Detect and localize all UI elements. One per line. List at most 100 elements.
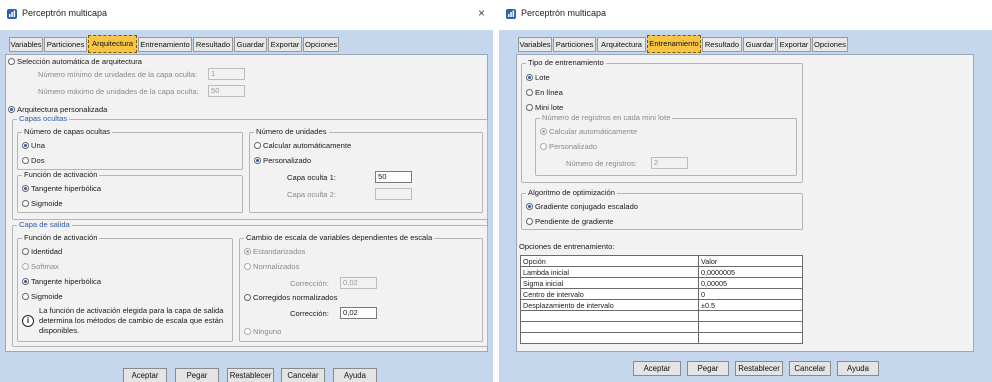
ok-button[interactable]: Aceptar	[633, 361, 681, 376]
cell-option: Sigma inicial	[520, 277, 699, 289]
tab-variables[interactable]: Variables	[518, 37, 552, 52]
batch-label: Lote	[535, 73, 550, 82]
correction-input-1[interactable]: 0,02	[340, 277, 377, 289]
cell-option: Centro de intervalo	[520, 288, 699, 300]
tab-output[interactable]: Resultado	[193, 37, 233, 52]
hidden-activation-group: Función de activación Tangente hiperbóli…	[17, 170, 243, 213]
table-row[interactable]: Desplazamiento de intervalo ±0.5	[520, 299, 803, 311]
app-icon	[7, 9, 17, 19]
max-units-input[interactable]: 50	[208, 85, 245, 97]
tab-save[interactable]: Guardar	[234, 37, 267, 52]
custom-architecture-radio[interactable]	[8, 106, 15, 113]
standardized-label: Estandarizados	[253, 247, 306, 256]
cancel-button[interactable]: Cancelar	[281, 368, 325, 382]
left-dialog: Perceptrón multicapa × Variables Partici…	[0, 0, 493, 382]
cell-option: Desplazamiento de intervalo	[520, 299, 699, 311]
records-custom-label: Personalizado	[549, 142, 598, 151]
tab-partitions[interactable]: Particiones	[44, 37, 87, 52]
table-row[interactable]: Centro de intervalo 0	[520, 288, 803, 300]
normalized-label: Normalizados	[253, 262, 300, 271]
help-button[interactable]: Ayuda	[837, 361, 879, 376]
normalized-radio[interactable]	[244, 263, 251, 270]
reset-button[interactable]: Restablecer	[735, 361, 783, 376]
training-options-table: Opción Valor Lambda inicial 0,0000005 Sig…	[520, 255, 803, 344]
scaled-conjugate-radio[interactable]	[526, 203, 533, 210]
online-radio[interactable]	[526, 89, 533, 96]
dialog-client: Variables Particiones Arquitectura Entre…	[0, 30, 493, 382]
output-sigmoid-label: Sigmoide	[31, 292, 63, 301]
units-custom-radio[interactable]	[254, 157, 261, 164]
records-auto-radio[interactable]	[540, 128, 547, 135]
records-auto-label: Calcular automáticamente	[549, 127, 638, 136]
tab-options[interactable]: Opciones	[303, 37, 339, 52]
minibatch-label: Mini lote	[535, 103, 564, 112]
tab-output[interactable]: Resultado	[702, 37, 742, 52]
reset-button[interactable]: Restablecer	[227, 368, 274, 382]
tab-variables[interactable]: Variables	[9, 37, 43, 52]
gradient-descent-radio[interactable]	[526, 218, 533, 225]
tab-training[interactable]: Entrenamiento	[138, 37, 192, 52]
output-sigmoid-radio[interactable]	[22, 293, 29, 300]
tab-architecture[interactable]: Arquitectura	[88, 35, 137, 53]
training-type-legend: Tipo de entrenamiento	[526, 58, 606, 67]
cell-option	[520, 321, 699, 333]
adjusted-normalized-radio[interactable]	[244, 294, 251, 301]
help-button[interactable]: Ayuda	[333, 368, 377, 382]
ok-button[interactable]: Aceptar	[123, 368, 167, 382]
tab-partitions[interactable]: Particiones	[553, 37, 596, 52]
cell-value[interactable]: 0	[698, 288, 803, 300]
window-title: Perceptrón multicapa	[521, 8, 607, 18]
paste-button[interactable]: Pegar	[687, 361, 729, 376]
table-row	[520, 332, 803, 344]
window-title: Perceptrón multicapa	[22, 8, 108, 18]
paste-button[interactable]: Pegar	[175, 368, 219, 382]
online-label: En línea	[535, 88, 563, 97]
table-row[interactable]: Sigma inicial 0,00005	[520, 277, 803, 289]
training-panel: Tipo de entrenamiento Lote En línea Mini…	[516, 54, 974, 352]
two-layers-radio[interactable]	[22, 157, 29, 164]
records-count-input[interactable]: 2	[651, 157, 688, 169]
hidden-sigmoid-radio[interactable]	[22, 200, 29, 207]
output-tanh-radio[interactable]	[22, 278, 29, 285]
info-line-1: La función de activación elegida para la…	[39, 306, 224, 315]
output-tanh-label: Tangente hiperbólica	[31, 277, 102, 286]
one-layer-radio[interactable]	[22, 142, 29, 149]
tab-training[interactable]: Entrenamiento	[647, 35, 701, 53]
cell-option: Lambda inicial	[520, 266, 699, 278]
min-units-label: Número mínimo de unidades de la capa ocu…	[38, 70, 198, 79]
table-row[interactable]: Lambda inicial 0,0000005	[520, 266, 803, 278]
standardized-radio[interactable]	[244, 248, 251, 255]
close-button[interactable]: ×	[478, 6, 485, 20]
minibatch-radio[interactable]	[526, 104, 533, 111]
identity-radio[interactable]	[22, 248, 29, 255]
none-radio[interactable]	[244, 328, 251, 335]
records-legend: Número de registros en cada mini lote	[540, 113, 673, 122]
num-layers-group: Número de capas ocultas Una Dos	[17, 127, 243, 170]
app-icon	[506, 9, 516, 19]
tab-export[interactable]: Exportar	[777, 37, 811, 52]
title-bar: Perceptrón multicapa	[499, 0, 992, 30]
records-count-label: Número de registros:	[566, 159, 637, 168]
min-units-input[interactable]: 1	[208, 68, 245, 80]
cancel-button[interactable]: Cancelar	[789, 361, 831, 376]
cell-value[interactable]: 0,00005	[698, 277, 803, 289]
tab-save[interactable]: Guardar	[743, 37, 776, 52]
tab-architecture[interactable]: Arquitectura	[597, 37, 646, 52]
custom-architecture-label: Arquitectura personalizada	[17, 105, 108, 114]
correction-input-2[interactable]: 0,02	[340, 307, 377, 319]
table-header-row: Opción Valor	[520, 255, 803, 267]
hidden-tanh-radio[interactable]	[22, 185, 29, 192]
cell-value[interactable]: 0,0000005	[698, 266, 803, 278]
hidden-layer1-input[interactable]: 50	[375, 171, 412, 183]
records-custom-radio[interactable]	[540, 143, 547, 150]
tab-options[interactable]: Opciones	[812, 37, 848, 52]
output-layer-title: Capa de salida	[17, 220, 72, 229]
tab-export[interactable]: Exportar	[268, 37, 302, 52]
hidden-layer2-input[interactable]	[375, 188, 412, 200]
auto-architecture-radio[interactable]	[8, 58, 15, 65]
softmax-radio[interactable]	[22, 263, 29, 270]
units-auto-radio[interactable]	[254, 142, 261, 149]
cell-value[interactable]: ±0.5	[698, 299, 803, 311]
batch-radio[interactable]	[526, 74, 533, 81]
hidden-layers-group: Capas ocultas Número de capas ocultas Un…	[12, 114, 488, 220]
